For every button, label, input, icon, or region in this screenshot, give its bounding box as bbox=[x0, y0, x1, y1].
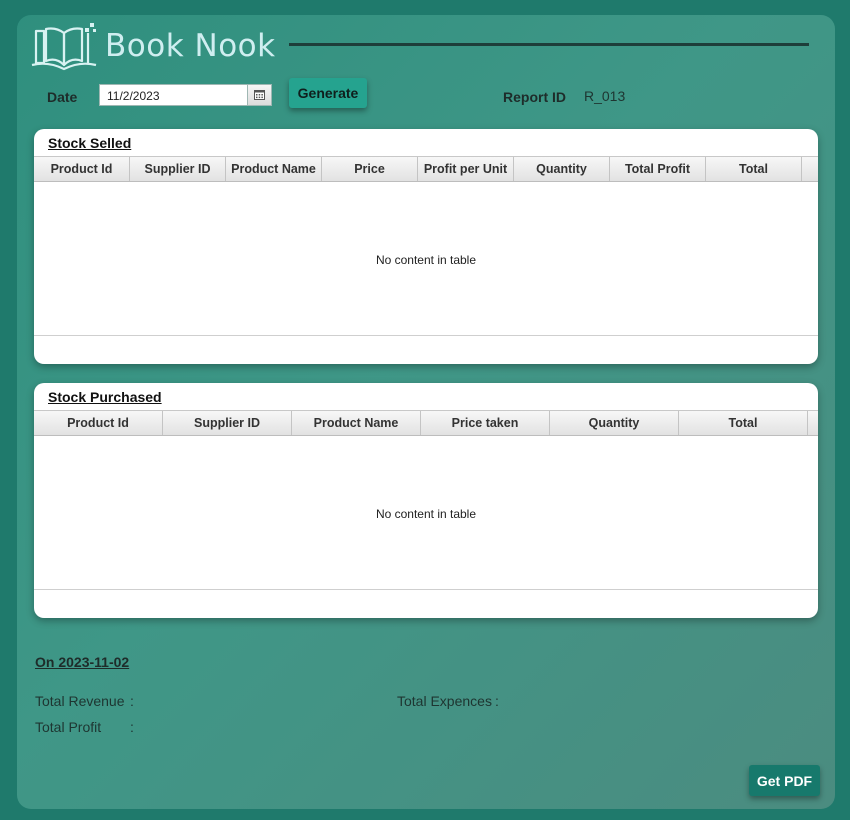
column-header-total[interactable]: Total bbox=[679, 411, 808, 435]
column-header-supplier-id[interactable]: Supplier ID bbox=[130, 157, 226, 181]
app-title: Book Nook bbox=[105, 28, 276, 64]
column-header-profit-per-unit[interactable]: Profit per Unit bbox=[418, 157, 514, 181]
calendar-icon bbox=[254, 90, 265, 100]
column-header-product-name[interactable]: Product Name bbox=[292, 411, 421, 435]
stock-purchased-title: Stock Purchased bbox=[48, 389, 162, 405]
column-header-product-id[interactable]: Product Id bbox=[34, 157, 130, 181]
book-logo-icon bbox=[31, 23, 97, 71]
total-expences-label: Total Expences bbox=[397, 693, 492, 709]
date-label: Date bbox=[47, 89, 78, 105]
report-id-value: R_013 bbox=[584, 88, 626, 104]
total-profit-label: Total Profit bbox=[35, 719, 102, 735]
total-profit-colon: : bbox=[130, 719, 134, 735]
calendar-button[interactable] bbox=[247, 84, 272, 106]
generate-button[interactable]: Generate bbox=[289, 78, 367, 108]
report-id-label: Report ID bbox=[503, 89, 566, 105]
stock-selled-header: Product Id Supplier ID Product Name Pric… bbox=[34, 156, 818, 182]
column-header-price[interactable]: Price bbox=[322, 157, 418, 181]
total-revenue-label: Total Revenue bbox=[35, 693, 125, 709]
stock-purchased-header: Product Id Supplier ID Product Name Pric… bbox=[34, 410, 818, 436]
column-header-price-taken[interactable]: Price taken bbox=[421, 411, 550, 435]
get-pdf-button[interactable]: Get PDF bbox=[749, 765, 820, 796]
title-divider bbox=[289, 43, 809, 46]
stock-selled-panel: Stock Selled Product Id Supplier ID Prod… bbox=[34, 129, 818, 364]
column-header-filler bbox=[808, 411, 818, 435]
stock-purchased-panel: Stock Purchased Product Id Supplier ID P… bbox=[34, 383, 818, 618]
column-header-product-name[interactable]: Product Name bbox=[226, 157, 322, 181]
empty-table-message: No content in table bbox=[375, 507, 477, 521]
column-header-quantity[interactable]: Quantity bbox=[550, 411, 679, 435]
column-header-quantity[interactable]: Quantity bbox=[514, 157, 610, 181]
date-input[interactable]: 11/2/2023 bbox=[99, 84, 247, 106]
stock-purchased-table-body[interactable]: No content in table bbox=[34, 435, 818, 590]
column-header-total-profit[interactable]: Total Profit bbox=[610, 157, 706, 181]
total-revenue-colon: : bbox=[130, 693, 134, 709]
column-header-supplier-id[interactable]: Supplier ID bbox=[163, 411, 292, 435]
summary-date-heading: On 2023-11-02 bbox=[35, 654, 130, 670]
total-expences-colon: : bbox=[495, 693, 499, 709]
empty-table-message: No content in table bbox=[375, 253, 477, 267]
column-header-product-id[interactable]: Product Id bbox=[34, 411, 163, 435]
column-header-filler bbox=[802, 157, 818, 181]
stock-selled-table-body[interactable]: No content in table bbox=[34, 181, 818, 336]
stock-selled-title: Stock Selled bbox=[48, 135, 132, 151]
column-header-total[interactable]: Total bbox=[706, 157, 802, 181]
